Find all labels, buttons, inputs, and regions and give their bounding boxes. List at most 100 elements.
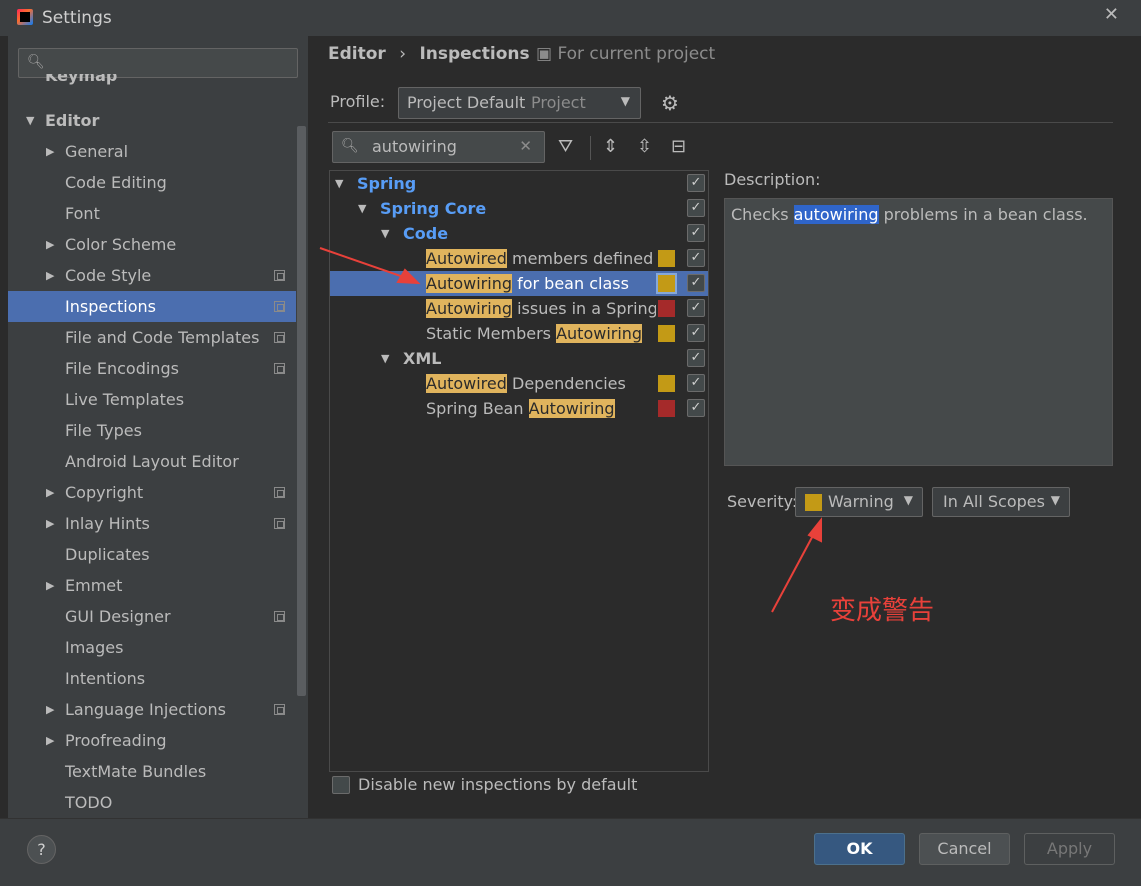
breadcrumb-separator: › — [399, 44, 407, 64]
sidebar-item-intentions[interactable]: Intentions — [8, 663, 296, 694]
collapsed-arrow-icon[interactable]: ▶ — [46, 725, 54, 756]
expanded-arrow-icon[interactable]: ▼ — [335, 171, 343, 196]
inspection-row[interactable]: Spring Bean Autowiring ✓ — [330, 396, 708, 421]
collapsed-arrow-icon[interactable]: ▶ — [46, 229, 54, 260]
sidebar-item-code-style[interactable]: ▶ Code Style — [8, 260, 296, 291]
sidebar-item-label: Copyright — [65, 483, 144, 502]
inspection-row[interactable]: Autowired Dependencies ✓ — [330, 371, 708, 396]
project-level-icon — [274, 270, 285, 281]
inspection-group-row[interactable]: ▼ Spring ✓ — [330, 171, 708, 196]
search-match-highlight: Autowiring — [426, 274, 512, 293]
search-match-highlight: Autowiring — [556, 324, 643, 343]
sidebar-item-font[interactable]: Font — [8, 198, 296, 229]
expand-all-icon[interactable]: ⇕ — [603, 136, 618, 157]
ok-button[interactable]: OK — [814, 833, 905, 865]
enabled-checkbox[interactable]: ✓ — [687, 274, 705, 292]
collapse-all-icon[interactable]: ⇳ — [637, 136, 652, 157]
profile-dropdown[interactable]: Project Default Project ▼ — [398, 87, 641, 119]
sidebar-item-proofreading[interactable]: ▶ Proofreading — [8, 725, 296, 756]
inspection-search-input[interactable]: 🔍︎ autowiring ✕ — [332, 131, 545, 163]
profile-suffix: Project — [531, 93, 586, 112]
enabled-checkbox[interactable]: ✓ — [687, 199, 705, 217]
toolbar-separator — [590, 136, 591, 160]
sidebar-item-file-encodings[interactable]: File Encodings — [8, 353, 296, 384]
inspection-row[interactable]: Autowiring issues in a Spring bean ✓ — [330, 296, 708, 321]
profile-value: Project Default — [407, 93, 526, 112]
inspection-group-row[interactable]: ▼ Code ✓ — [330, 221, 708, 246]
sidebar-item-label: File and Code Templates — [65, 328, 260, 347]
label-text: Spring Core — [380, 199, 487, 218]
collapsed-arrow-icon[interactable]: ▶ — [46, 477, 54, 508]
sidebar-item-copyright[interactable]: ▶ Copyright — [8, 477, 296, 508]
inspection-label: Spring Core — [380, 196, 486, 221]
sidebar-item-inspections[interactable]: Inspections — [8, 291, 296, 322]
inspection-group-row[interactable]: ▼ XML ✓ — [330, 346, 708, 371]
enabled-checkbox[interactable]: ✓ — [687, 224, 705, 242]
inspection-group-row[interactable]: ▼ Spring Core ✓ — [330, 196, 708, 221]
sidebar-item-file-and-code-templates[interactable]: File and Code Templates — [8, 322, 296, 353]
sidebar-item-label: Editor — [45, 111, 100, 130]
inspection-row[interactable]: Autowired members defined in ✓ — [330, 246, 708, 271]
sidebar-item-textmate-bundles[interactable]: TextMate Bundles — [8, 756, 296, 787]
collapsed-arrow-icon[interactable]: ▶ — [46, 136, 54, 167]
sidebar-item-file-types[interactable]: File Types — [8, 415, 296, 446]
inspection-row[interactable]: Static Members Autowiring ✓ — [330, 321, 708, 346]
sidebar-item-label: TextMate Bundles — [65, 762, 207, 781]
sidebar-item-gui-designer[interactable]: GUI Designer — [8, 601, 296, 632]
sidebar-item-general[interactable]: ▶ General — [8, 136, 296, 167]
expanded-arrow-icon[interactable]: ▼ — [381, 346, 389, 371]
sidebar-item-editor[interactable]: ▼ Editor — [8, 105, 296, 136]
sidebar-item-keymap[interactable]: Keymap — [8, 74, 296, 90]
sidebar-item-inlay-hints[interactable]: ▶ Inlay Hints — [8, 508, 296, 539]
project-level-icon — [274, 301, 285, 312]
sidebar-item-todo[interactable]: TODO — [8, 787, 296, 818]
sidebar-scrollbar[interactable] — [297, 126, 306, 696]
expanded-arrow-icon[interactable]: ▼ — [381, 221, 389, 246]
inspection-label: Autowired Dependencies — [426, 371, 626, 396]
collapsed-arrow-icon[interactable]: ▶ — [46, 508, 54, 539]
enabled-checkbox[interactable]: ✓ — [687, 349, 705, 367]
sidebar-item-emmet[interactable]: ▶ Emmet — [8, 570, 296, 601]
cancel-button[interactable]: Cancel — [919, 833, 1010, 865]
breadcrumb-inspections: Inspections — [419, 44, 530, 64]
enabled-checkbox[interactable]: ✓ — [687, 174, 705, 192]
inspection-label: Autowired members defined in — [426, 246, 656, 271]
sidebar-item-duplicates[interactable]: Duplicates — [8, 539, 296, 570]
enabled-checkbox[interactable]: ✓ — [687, 374, 705, 392]
sidebar-item-android-layout-editor[interactable]: Android Layout Editor — [8, 446, 296, 477]
collapsed-arrow-icon[interactable]: ▶ — [46, 694, 54, 725]
collapsed-arrow-icon[interactable]: ▶ — [46, 570, 54, 601]
sidebar-item-live-templates[interactable]: Live Templates — [8, 384, 296, 415]
disable-new-inspections-checkbox[interactable] — [332, 776, 350, 794]
project-scope-label: For current project — [557, 44, 716, 64]
sidebar-item-language-injections[interactable]: ▶ Language Injections — [8, 694, 296, 725]
chevron-down-icon: ▼ — [1050, 493, 1060, 507]
expanded-arrow-icon[interactable]: ▼ — [358, 196, 366, 221]
project-scope-note: ▣ For current project — [536, 44, 715, 64]
collapsed-arrow-icon[interactable]: ▶ — [46, 260, 54, 291]
enabled-checkbox[interactable]: ✓ — [687, 249, 705, 267]
sidebar-item-code-editing[interactable]: Code Editing — [8, 167, 296, 198]
enabled-checkbox[interactable]: ✓ — [687, 399, 705, 417]
sidebar-item-label: Live Templates — [65, 390, 185, 409]
enabled-checkbox[interactable]: ✓ — [687, 324, 705, 342]
inspection-label: Code — [403, 221, 448, 246]
apply-button[interactable]: Apply — [1024, 833, 1115, 865]
close-icon[interactable]: ✕ — [1104, 4, 1119, 25]
severity-dropdown[interactable]: Warning ▼ — [795, 487, 923, 517]
sidebar-item-images[interactable]: Images — [8, 632, 296, 663]
sidebar-item-label: File Types — [65, 421, 142, 440]
settings-sidebar: 🔍︎ Keymap ▼ Editor ▶ General Code Editing Font… — [8, 36, 308, 818]
label-text: Spring — [357, 174, 417, 193]
expanded-arrow-icon[interactable]: ▼ — [26, 105, 34, 136]
clear-icon[interactable]: ✕ — [519, 137, 532, 155]
gear-icon[interactable]: ⚙ — [661, 91, 679, 115]
inspection-label: Static Members Autowiring — [426, 321, 643, 346]
enabled-checkbox[interactable]: ✓ — [687, 299, 705, 317]
reset-icon[interactable]: ⊟ — [671, 136, 686, 157]
help-button[interactable]: ? — [27, 835, 56, 864]
sidebar-item-color-scheme[interactable]: ▶ Color Scheme — [8, 229, 296, 260]
scope-dropdown[interactable]: In All Scopes ▼ — [932, 487, 1070, 517]
filter-icon[interactable]: ⛛ — [558, 136, 573, 157]
inspection-row[interactable]: Autowiring for bean class ✓ — [330, 271, 708, 296]
